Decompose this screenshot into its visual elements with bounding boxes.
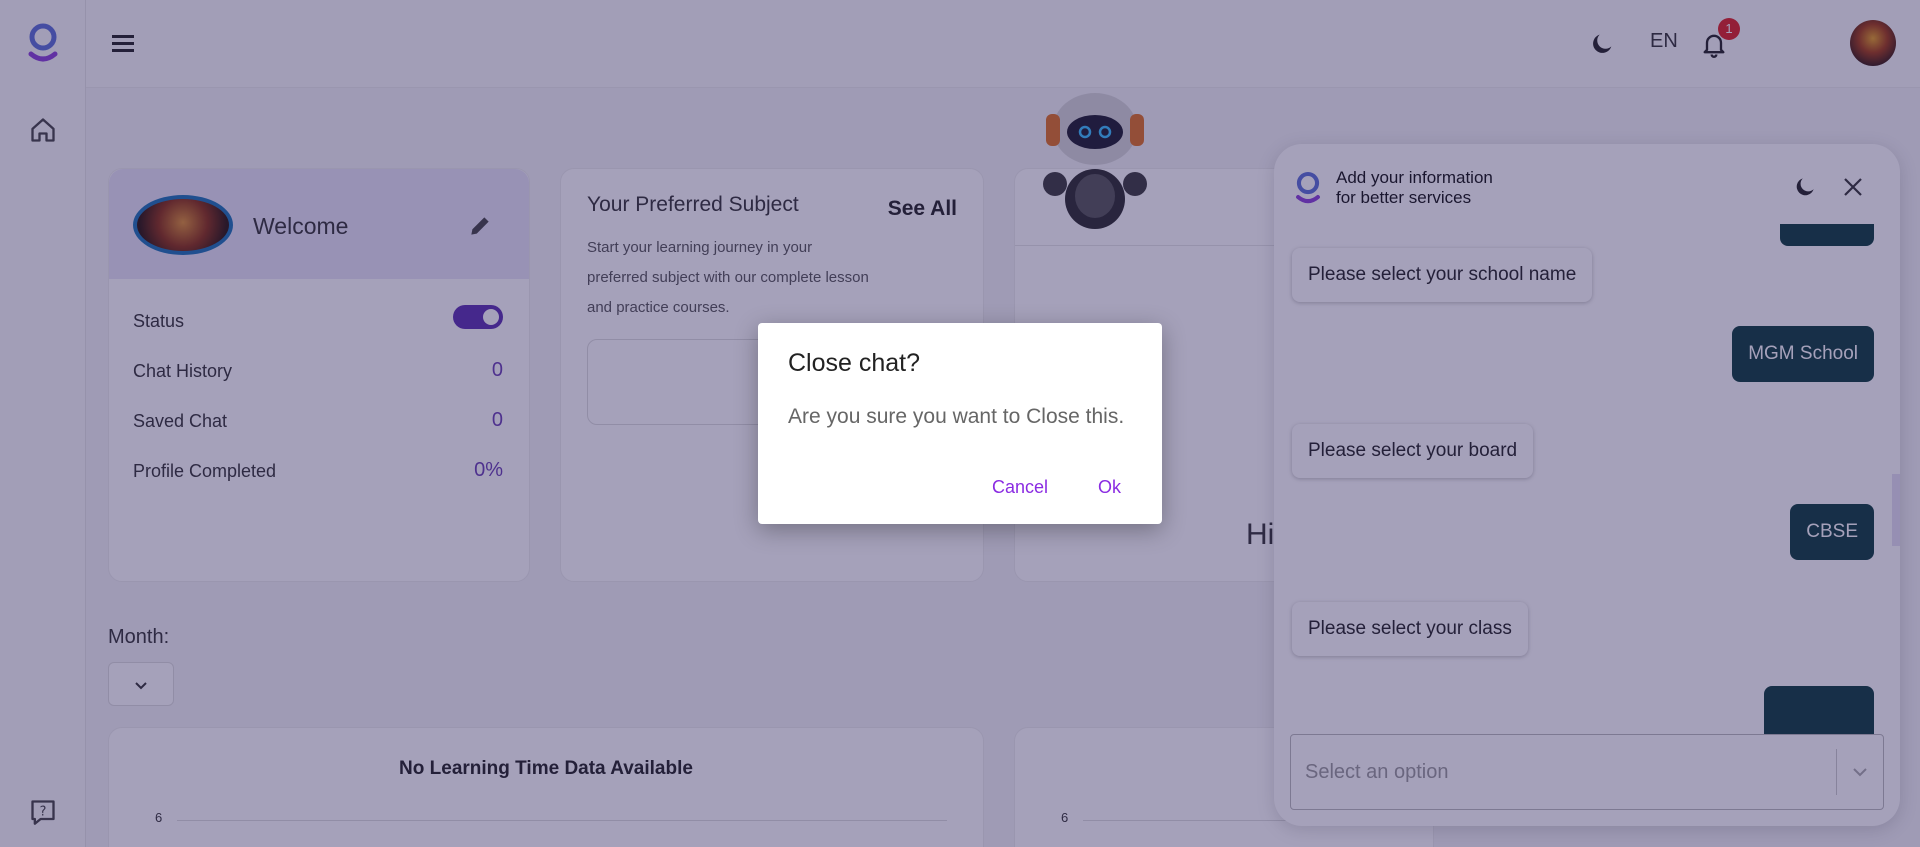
- ok-button[interactable]: Ok: [1098, 477, 1121, 498]
- dialog-message: Are you sure you want to Close this.: [788, 405, 1125, 428]
- dialog-title: Close chat?: [788, 349, 921, 377]
- cancel-button[interactable]: Cancel: [992, 477, 1048, 498]
- close-chat-dialog: Close chat? Are you sure you want to Clo…: [758, 323, 1162, 524]
